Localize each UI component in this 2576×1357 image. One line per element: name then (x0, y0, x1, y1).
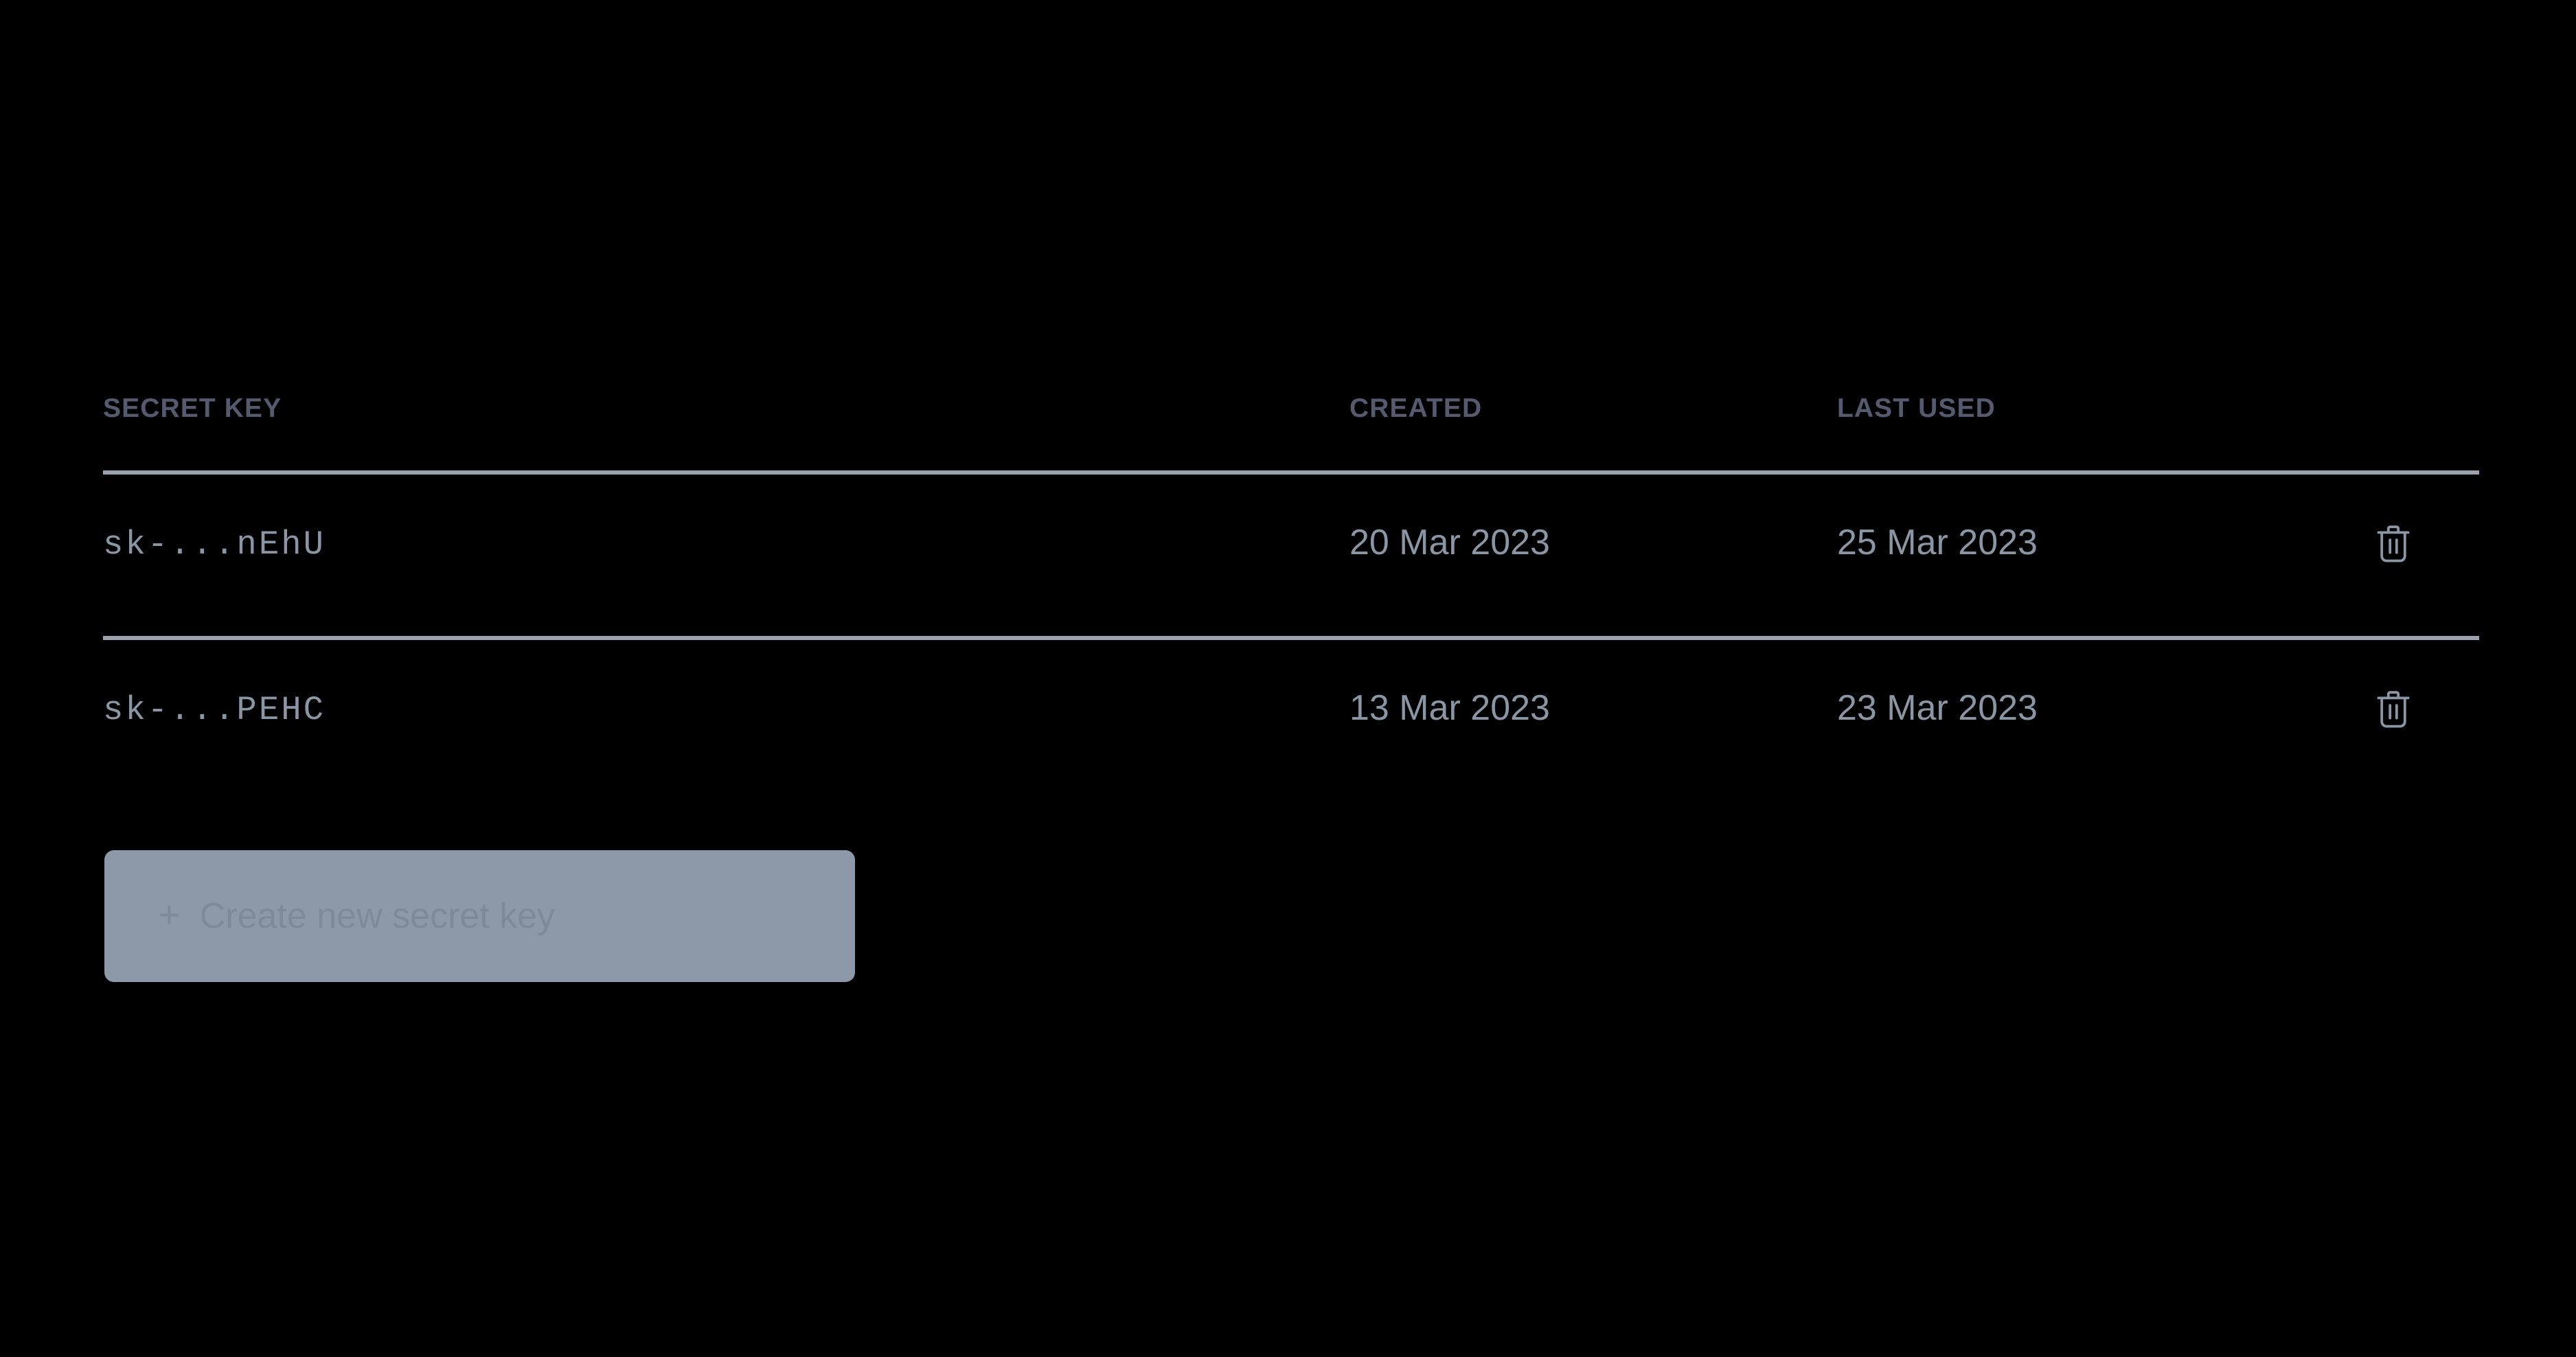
trash-icon (2374, 523, 2413, 565)
create-new-secret-key-button[interactable]: + Create new secret key (104, 850, 855, 982)
plus-icon: + (158, 893, 181, 936)
cell-created: 13 Mar 2023 (1349, 688, 1550, 728)
table-row: sk-...nEhU 20 Mar 2023 25 Mar 2023 (103, 475, 2479, 636)
cell-created: 20 Mar 2023 (1349, 523, 1550, 562)
column-header-created: CREATED (1349, 394, 1483, 423)
column-header-secret-key: SECRET KEY (103, 394, 282, 423)
trash-icon (2374, 688, 2413, 731)
table-row: sk-...PEHC 13 Mar 2023 23 Mar 2023 (103, 640, 2479, 801)
cell-secret-key: sk-...PEHC (103, 691, 326, 729)
cell-last-used: 23 Mar 2023 (1837, 688, 2038, 728)
table-header-row: SECRET KEY CREATED LAST USED (103, 343, 2479, 470)
create-button-label: Create new secret key (199, 896, 556, 936)
column-header-last-used: LAST USED (1837, 394, 1996, 423)
create-button-content: + Create new secret key (158, 893, 556, 936)
delete-key-button[interactable] (2369, 685, 2417, 733)
delete-key-button[interactable] (2369, 520, 2417, 568)
api-keys-page: SECRET KEY CREATED LAST USED sk-...nEhU … (0, 0, 2576, 1357)
cell-secret-key: sk-...nEhU (103, 525, 326, 564)
secret-keys-table: SECRET KEY CREATED LAST USED sk-...nEhU … (103, 343, 2479, 801)
cell-last-used: 25 Mar 2023 (1837, 523, 2038, 562)
